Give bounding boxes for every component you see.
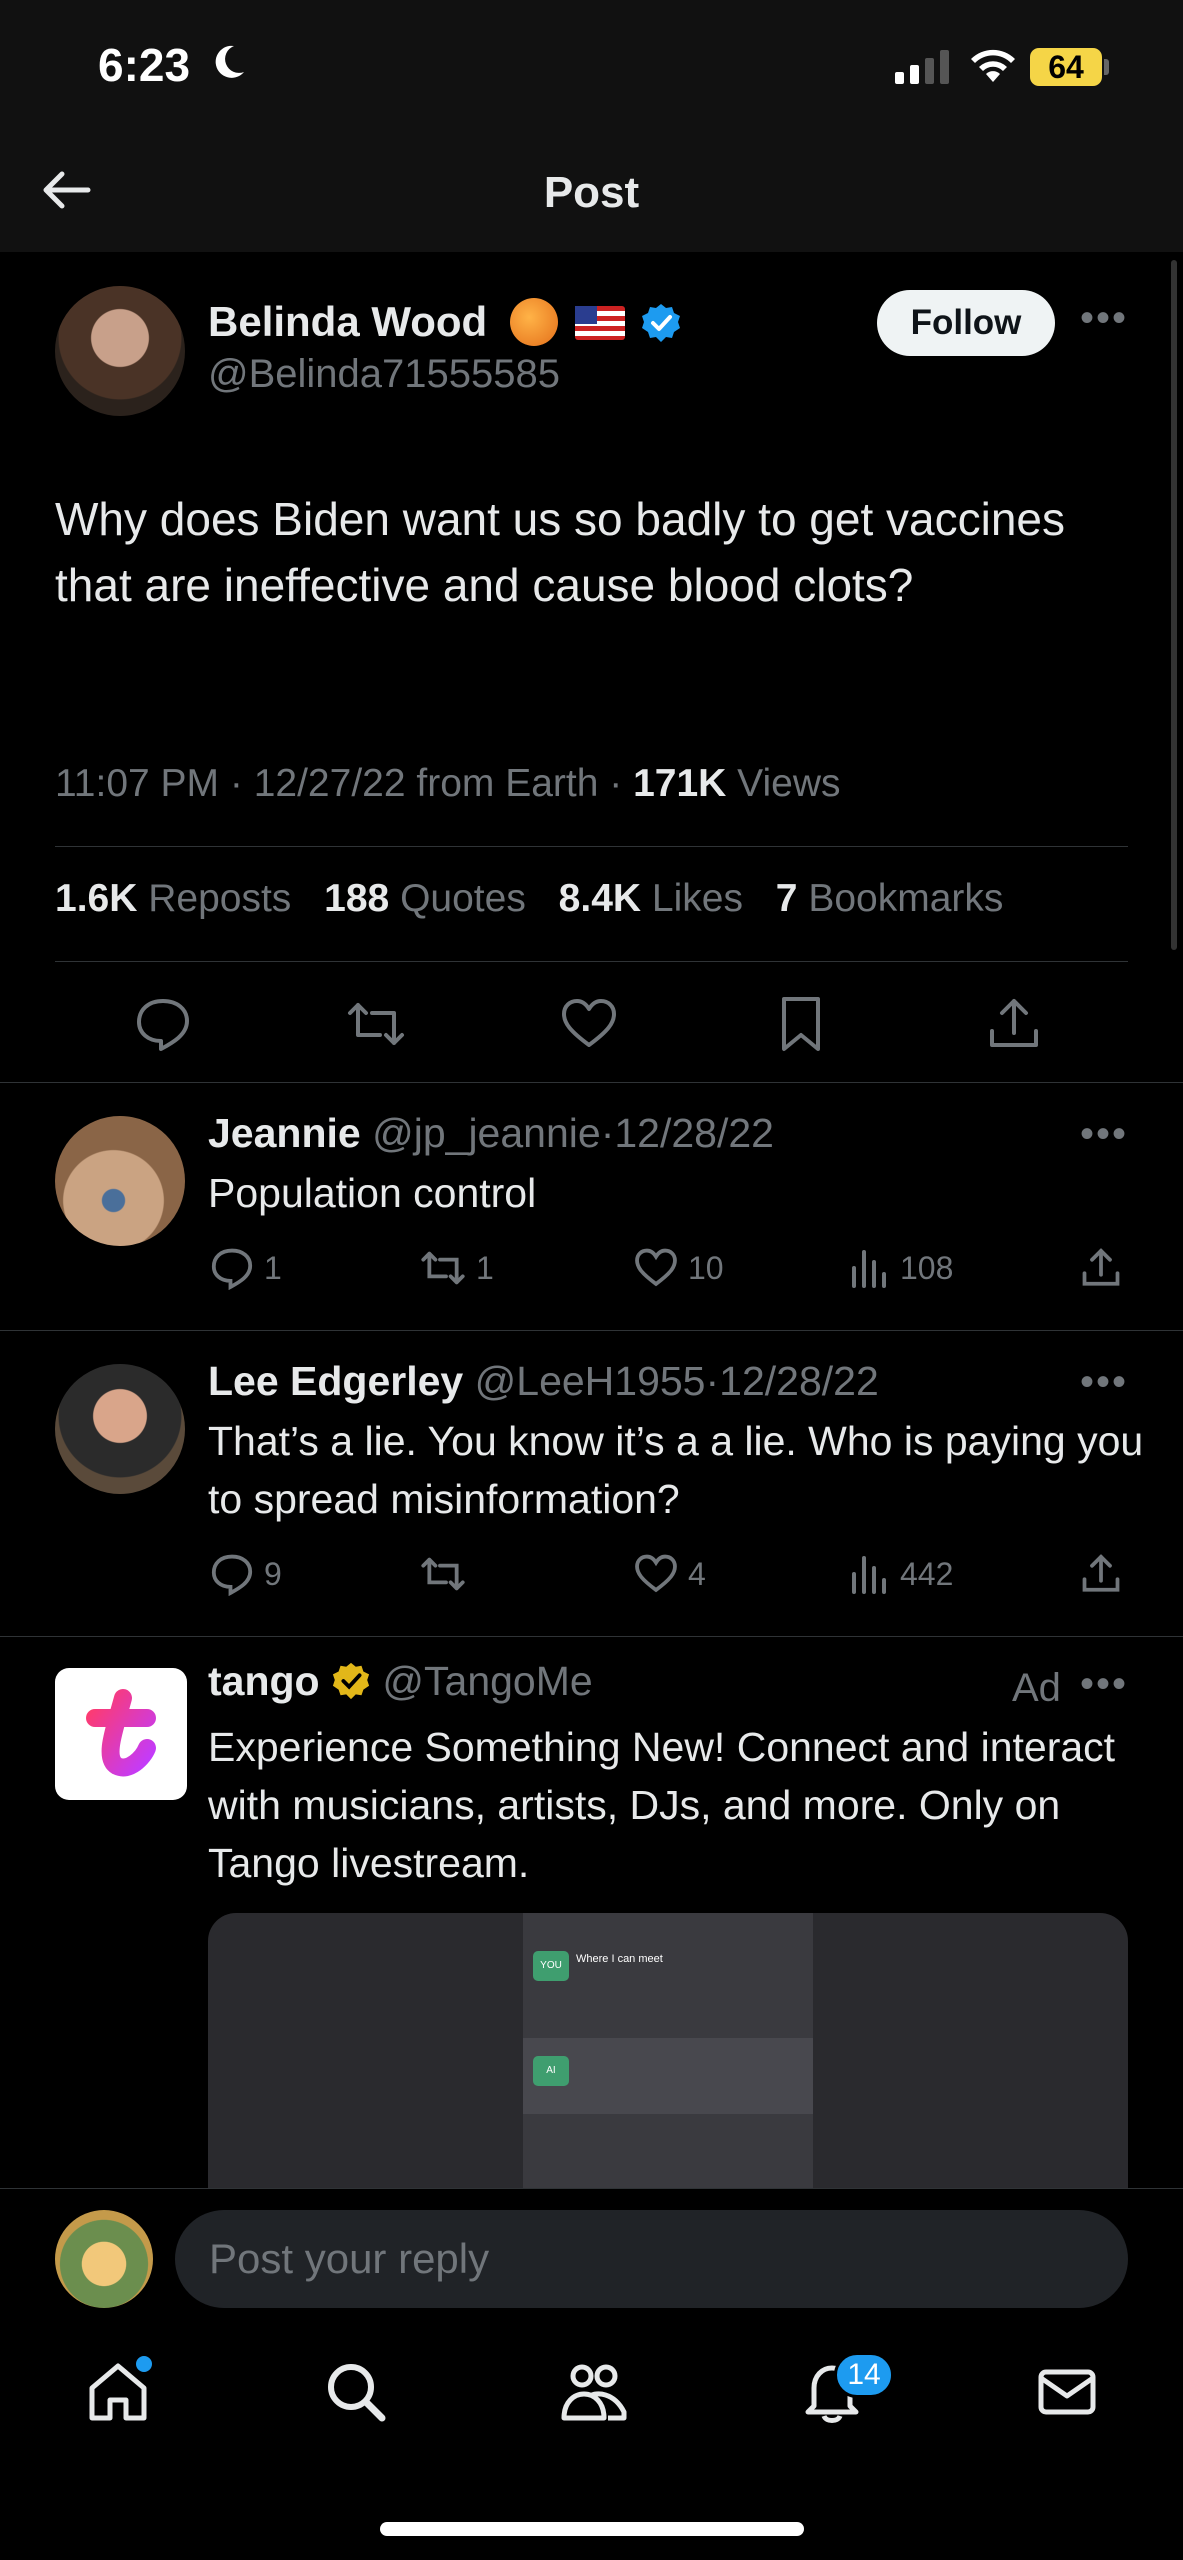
analytics-bars-icon bbox=[852, 1250, 886, 1288]
like-heart-icon bbox=[635, 1554, 677, 1593]
like-count[interactable]: 4 bbox=[634, 1552, 706, 1596]
like-heart-icon[interactable] bbox=[560, 995, 618, 1053]
author-avatar[interactable] bbox=[55, 286, 185, 416]
reply-text: Population control bbox=[208, 1170, 537, 1216]
share-icon[interactable] bbox=[1080, 1246, 1122, 1290]
ad-chip-ai: AI bbox=[533, 2056, 569, 2086]
divider bbox=[55, 961, 1128, 962]
more-options-icon[interactable]: ••• bbox=[1080, 296, 1128, 341]
ad-chip-you-text: Where I can meet bbox=[576, 1953, 663, 1965]
reply-author[interactable]: Lee Edgerley @LeeH1955·12/28/22 bbox=[208, 1358, 879, 1405]
wifi-icon bbox=[971, 49, 1015, 82]
divider bbox=[0, 1636, 1183, 1637]
more-options-icon[interactable]: ••• bbox=[1080, 1112, 1128, 1157]
divider bbox=[55, 846, 1128, 847]
more-options-icon[interactable]: ••• bbox=[1080, 1662, 1128, 1707]
repost-count[interactable]: 1 bbox=[420, 1246, 494, 1290]
likes-stat[interactable]: 8.4K Likes bbox=[559, 877, 743, 920]
ad-handle[interactable]: @TangoMe bbox=[382, 1658, 592, 1704]
divider bbox=[0, 1082, 1183, 1083]
like-heart-icon bbox=[635, 1248, 677, 1287]
share-icon[interactable] bbox=[1080, 1552, 1122, 1596]
notifications-badge: 14 bbox=[834, 2352, 894, 2398]
divider bbox=[0, 1330, 1183, 1331]
share-icon[interactable] bbox=[986, 995, 1042, 1053]
reply-count[interactable]: 9 bbox=[210, 1552, 282, 1596]
page-title: Post bbox=[543, 168, 640, 217]
us-flag-emoji-icon bbox=[575, 306, 625, 340]
peach-emoji-icon bbox=[510, 298, 558, 346]
reply-text: That’s a lie. You know it’s a a lie. Who… bbox=[208, 1418, 1144, 1522]
gold-verified-badge-icon bbox=[332, 1662, 370, 1700]
post-text: Why does Biden want us so badly to get v… bbox=[55, 493, 1066, 611]
post-date: 12/27/22 from Earth bbox=[253, 762, 599, 805]
author-handle[interactable]: @Belinda71555585 bbox=[208, 352, 560, 397]
reply-author[interactable]: Jeannie @jp_jeannie·12/28/22 bbox=[208, 1110, 774, 1157]
battery-tip bbox=[1104, 59, 1109, 75]
views-count[interactable]: 108 bbox=[850, 1246, 953, 1290]
repost-icon bbox=[421, 1251, 465, 1285]
author-name[interactable]: Belinda Wood bbox=[208, 298, 487, 346]
communities-icon[interactable] bbox=[560, 2360, 628, 2424]
post-meta: 11:07 PM · 12/27/22 from Earth · 171K Vi… bbox=[55, 762, 841, 805]
reply-handle[interactable]: @jp_jeannie bbox=[372, 1110, 601, 1156]
like-count[interactable]: 10 bbox=[634, 1246, 724, 1290]
cellular-signal-icon bbox=[895, 50, 949, 84]
reply-icon bbox=[211, 1248, 253, 1290]
repost-icon bbox=[421, 1557, 465, 1591]
follow-button[interactable]: Follow bbox=[877, 290, 1055, 356]
reply-avatar[interactable] bbox=[55, 1364, 185, 1494]
views-count[interactable]: 442 bbox=[850, 1552, 953, 1596]
reply-avatar[interactable] bbox=[55, 1116, 185, 1246]
home-indicator[interactable] bbox=[380, 2522, 804, 2536]
search-icon[interactable] bbox=[324, 2360, 388, 2424]
bookmarks-stat[interactable]: 7 Bookmarks bbox=[776, 877, 1004, 920]
ad-label: Ad bbox=[1012, 1666, 1061, 1710]
verified-badge-icon[interactable] bbox=[640, 302, 682, 344]
reply-date: 12/28/22 bbox=[719, 1358, 879, 1404]
reply-icon[interactable] bbox=[134, 995, 192, 1053]
reply-input[interactable]: Post your reply bbox=[175, 2210, 1128, 2308]
ad-text: Experience Something New! Connect and in… bbox=[208, 1724, 1116, 1886]
ad-author[interactable]: tango @TangoMe bbox=[208, 1658, 593, 1705]
ad-media[interactable]: YOU Where I can meet AI bbox=[208, 1913, 1128, 2193]
status-time: 6:23 bbox=[98, 39, 191, 91]
ad-chip-you: YOU bbox=[533, 1951, 569, 1981]
post-stats: 1.6K Reposts 188 Quotes 8.4K Likes 7 Boo… bbox=[55, 877, 1003, 921]
more-options-icon[interactable]: ••• bbox=[1080, 1360, 1128, 1405]
quotes-stat[interactable]: 188 Quotes bbox=[324, 877, 526, 920]
repost-icon[interactable] bbox=[346, 995, 406, 1053]
tango-t-logo-icon bbox=[86, 1689, 156, 1777]
repost-count[interactable] bbox=[420, 1552, 476, 1596]
battery-indicator: 64 bbox=[1030, 48, 1102, 86]
moon-icon bbox=[215, 45, 244, 78]
reposts-stat[interactable]: 1.6K Reposts bbox=[55, 877, 291, 920]
views-count: 171K bbox=[633, 762, 727, 805]
home-unread-dot bbox=[136, 2356, 152, 2372]
post-time: 11:07 PM bbox=[55, 762, 220, 805]
my-avatar[interactable] bbox=[55, 2210, 153, 2308]
views-label: Views bbox=[737, 762, 841, 805]
analytics-bars-icon bbox=[852, 1556, 886, 1594]
reply-handle[interactable]: @LeeH1955 bbox=[475, 1358, 706, 1404]
reply-icon bbox=[211, 1554, 253, 1596]
reply-count[interactable]: 1 bbox=[210, 1246, 282, 1290]
messages-mail-icon[interactable] bbox=[1036, 2360, 1098, 2424]
scrollbar[interactable] bbox=[1171, 260, 1177, 950]
tango-logo[interactable] bbox=[55, 1668, 187, 1800]
bookmark-icon[interactable] bbox=[776, 995, 826, 1053]
reply-date: 12/28/22 bbox=[614, 1110, 774, 1156]
